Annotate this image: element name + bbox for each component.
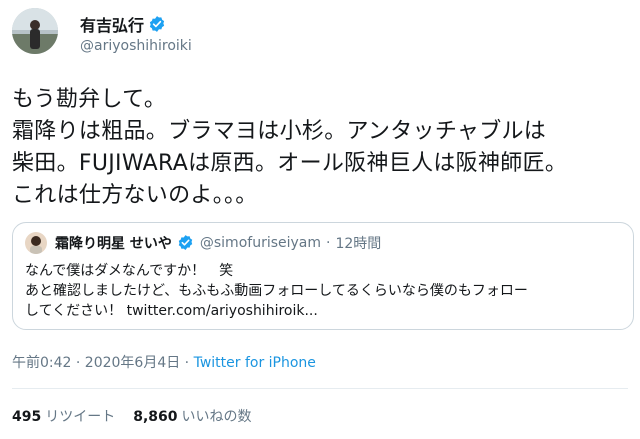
author-name-row[interactable]: 有吉弘行 xyxy=(80,12,166,36)
quoted-header: 霜降り明星 せいや @simofuriseiyam · 12時間 xyxy=(55,233,381,253)
like-label: いいねの数 xyxy=(181,409,252,425)
verified-badge-icon xyxy=(148,15,166,33)
quoted-tweet[interactable]: 霜降り明星 せいや @simofuriseiyam · 12時間 なんで僕はダメ… xyxy=(12,222,634,330)
tweet-source-link[interactable]: Twitter for iPhone xyxy=(194,355,316,371)
tweet-text: もう勘弁して。 霜降りは粗品。ブラマヨは小杉。アンタッチャブルは 柴田。FUJI… xyxy=(12,87,568,208)
quoted-handle: @simofuriseiyam xyxy=(199,235,322,251)
like-count-link[interactable]: 8,860 いいねの数 xyxy=(133,406,251,426)
tweet-timestamp[interactable]: 午前0:42 · 2020年6月4日 · xyxy=(12,355,194,371)
tweet-stats: 495 リツイート 8,860 いいねの数 xyxy=(12,406,252,426)
like-count: 8,860 xyxy=(133,409,178,425)
author-avatar[interactable] xyxy=(12,8,58,54)
quoted-avatar[interactable] xyxy=(25,232,47,254)
author-handle[interactable]: @ariyoshihiroiki xyxy=(80,38,192,54)
tweet-meta: 午前0:42 · 2020年6月4日 · Twitter for iPhone xyxy=(12,352,316,372)
quoted-timestamp: 12時間 xyxy=(335,236,382,252)
retweet-count: 495 xyxy=(12,409,42,425)
retweet-label: リツイート xyxy=(45,409,116,425)
author-name[interactable]: 有吉弘行 xyxy=(80,12,144,36)
divider xyxy=(12,388,628,389)
quoted-separator: · xyxy=(326,235,331,251)
retweet-count-link[interactable]: 495 リツイート xyxy=(12,406,115,426)
quoted-name: 霜降り明星 せいや xyxy=(55,236,172,252)
verified-badge-icon xyxy=(177,234,195,252)
quoted-text: なんで僕はダメなんですか！ 笑 あと確認しましたけど、もふもふ動画フォローしてる… xyxy=(25,263,528,319)
